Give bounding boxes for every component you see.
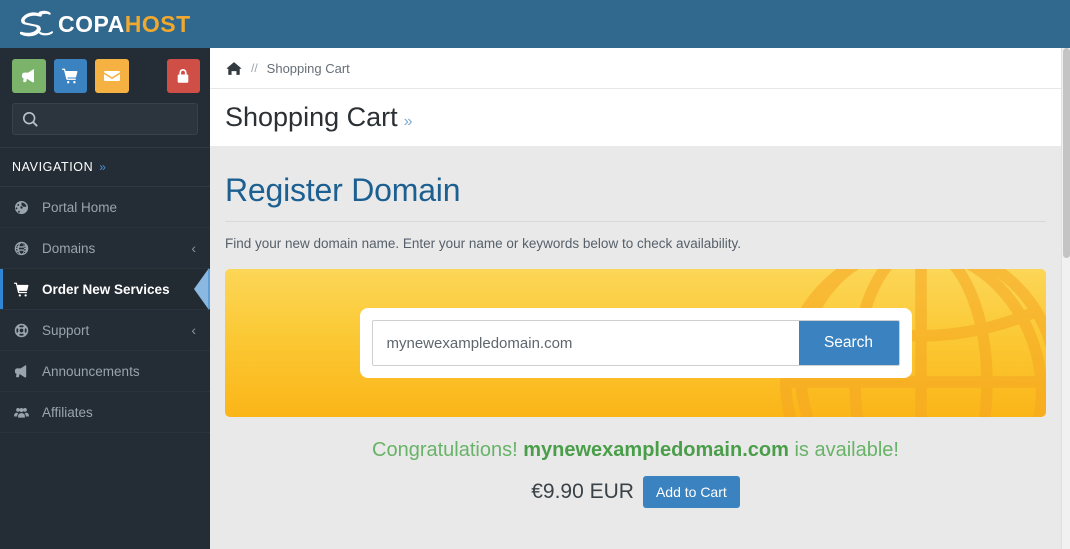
- chevron-left-icon[interactable]: ‹: [191, 323, 196, 337]
- logo[interactable]: COPAHOST: [20, 7, 191, 41]
- mail-button[interactable]: [95, 58, 129, 93]
- domain-search-banner: Search: [225, 269, 1046, 417]
- main-content: // Shopping Cart Shopping Cart » Register…: [210, 48, 1061, 549]
- lifebuoy-icon: [14, 322, 32, 338]
- sidebar-item-affiliates[interactable]: Affiliates: [0, 392, 210, 433]
- page-title-text: Shopping Cart: [225, 102, 398, 132]
- sidebar-item-label: Order New Services: [42, 281, 170, 297]
- sidebar-item-label: Support: [42, 322, 90, 338]
- availability-prefix: Congratulations!: [372, 439, 518, 461]
- chevron-double-right-icon: »: [403, 113, 413, 130]
- navigation-list: Portal Home Domains ‹ Order New Services: [0, 187, 210, 433]
- logo-text-primary: COPA: [58, 11, 125, 37]
- breadcrumb-current: Shopping Cart: [266, 60, 350, 76]
- breadcrumb: // Shopping Cart: [210, 48, 1061, 89]
- users-icon: [14, 404, 32, 420]
- megaphone-icon: [21, 68, 35, 82]
- active-item-pointer-icon: [194, 268, 209, 310]
- navigation-header: NAVIGATION »: [0, 147, 210, 187]
- sidebar-search-input[interactable]: [13, 104, 197, 134]
- search-button[interactable]: Search: [798, 321, 899, 365]
- sidebar-item-announcements[interactable]: Announcements: [0, 351, 210, 392]
- price-row: €9.90 EUR Add to Cart: [225, 476, 1046, 508]
- logo-text: COPAHOST: [58, 9, 191, 39]
- sidebar-item-domains[interactable]: Domains ‹: [0, 228, 210, 269]
- brand-bar: COPAHOST: [0, 0, 1070, 48]
- dashboard-icon: [14, 199, 32, 215]
- add-to-cart-button[interactable]: Add to Cart: [642, 476, 740, 508]
- cart-icon: [14, 281, 32, 297]
- sidebar-search-box[interactable]: [12, 103, 198, 135]
- app-root: COPAHOST NAVIGATION » Portal Home Domain…: [0, 0, 1070, 549]
- shopping-cart-icon: [62, 68, 78, 83]
- sidebar-quick-buttons: [0, 48, 210, 103]
- logout-button[interactable]: [166, 58, 200, 93]
- page-title-area: Shopping Cart »: [210, 89, 1061, 146]
- home-icon[interactable]: [226, 61, 242, 76]
- content-panel: Register Domain Find your new domain nam…: [210, 146, 1061, 549]
- globe-icon: [14, 240, 32, 256]
- domain-search-group: Search: [371, 320, 900, 366]
- sidebar-search-row: [0, 103, 210, 147]
- domain-search-input[interactable]: [372, 321, 799, 365]
- availability-domain: mynewexampledomain.com: [523, 439, 789, 461]
- sidebar-item-label: Portal Home: [42, 199, 118, 215]
- register-domain-heading: Register Domain: [225, 172, 461, 208]
- swirl-logo-icon: [20, 10, 54, 37]
- sidebar-item-label: Affiliates: [42, 404, 93, 420]
- lock-icon: [177, 68, 189, 83]
- page-scrollbar[interactable]: [1061, 48, 1070, 549]
- page-title: Shopping Cart »: [225, 104, 413, 131]
- navigation-header-label: NAVIGATION: [12, 160, 94, 174]
- register-domain-subtitle: Find your new domain name. Enter your na…: [225, 236, 741, 251]
- megaphone-icon: [14, 363, 32, 379]
- chevron-double-down-icon[interactable]: »: [99, 161, 106, 173]
- availability-suffix: is available!: [794, 439, 899, 461]
- sidebar-item-label: Domains: [42, 240, 96, 256]
- sidebar-item-label: Announcements: [42, 363, 140, 379]
- sidebar-item-portal-home[interactable]: Portal Home: [0, 187, 210, 228]
- sidebar-item-order-new-services[interactable]: Order New Services: [0, 268, 210, 310]
- envelope-icon: [103, 70, 120, 81]
- heading-divider: [225, 221, 1046, 222]
- scrollbar-thumb[interactable]: [1063, 48, 1070, 258]
- sidebar: NAVIGATION » Portal Home Domains ‹ Order…: [0, 48, 210, 549]
- chevron-left-icon[interactable]: ‹: [191, 241, 196, 255]
- domain-search-pod: Search: [359, 308, 912, 378]
- availability-message: Congratulations! mynewexampledomain.com …: [225, 439, 1046, 462]
- breadcrumb-separator: //: [251, 61, 258, 75]
- domain-price: €9.90 EUR: [531, 480, 634, 503]
- announcements-button[interactable]: [12, 58, 46, 93]
- sidebar-item-support[interactable]: Support ‹: [0, 310, 210, 351]
- cart-button[interactable]: [53, 58, 87, 93]
- logo-text-secondary: HOST: [124, 11, 191, 37]
